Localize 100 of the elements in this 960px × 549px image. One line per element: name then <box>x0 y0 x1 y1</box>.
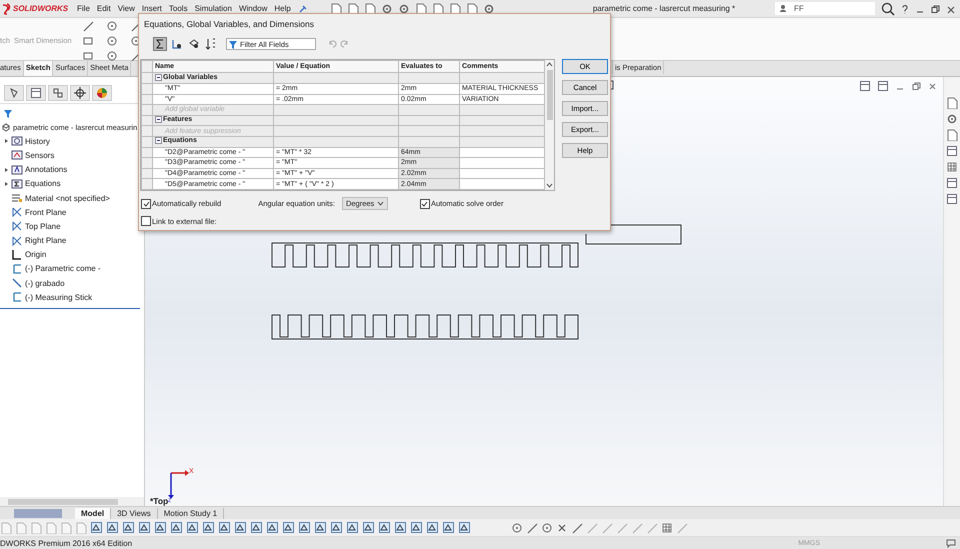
task-pane-icon[interactable] <box>946 129 958 141</box>
logo-text: SOLIDWORKS <box>13 4 68 13</box>
gear-icon[interactable] <box>398 2 410 14</box>
search-field[interactable]: FF <box>775 2 875 15</box>
sum-icon[interactable] <box>153 37 167 51</box>
sort-icon[interactable] <box>204 37 218 51</box>
tool-icon[interactable] <box>266 521 279 534</box>
restore-icon[interactable] <box>930 4 940 14</box>
gear-icon[interactable] <box>482 2 495 14</box>
feature-tree-icon[interactable] <box>4 85 24 101</box>
vertical-scrollbar[interactable] <box>545 60 554 190</box>
checkmark-icon <box>421 200 428 206</box>
help-icon[interactable] <box>900 4 910 14</box>
tree-item[interactable]: History <box>25 136 50 146</box>
filter-icon[interactable] <box>3 109 13 119</box>
line-icon[interactable] <box>526 522 538 534</box>
tool-icon[interactable] <box>218 521 231 534</box>
tool-icon[interactable] <box>282 521 295 534</box>
task-pane-icon[interactable] <box>946 97 958 109</box>
circle-icon[interactable] <box>541 522 553 534</box>
task-pane-icon[interactable] <box>946 177 958 189</box>
circle-icon[interactable] <box>106 35 118 47</box>
tool-icon[interactable] <box>90 521 103 534</box>
menu-item[interactable]: Window <box>238 4 268 13</box>
checkmark-icon <box>142 200 150 206</box>
tool-icon[interactable] <box>442 521 455 534</box>
tool-icon[interactable] <box>202 521 215 534</box>
horizontal-scrollbar[interactable] <box>0 497 144 506</box>
logo-mark-icon <box>1 2 11 14</box>
expand-arrow-icon[interactable] <box>4 180 9 187</box>
tree-item[interactable]: Material <not specified> <box>25 194 110 203</box>
rect-icon[interactable] <box>82 50 94 62</box>
tool-icon[interactable] <box>394 521 407 534</box>
menu-item[interactable]: Tools <box>168 4 188 13</box>
tree-item[interactable]: (-) Measuring Stick <box>25 292 92 302</box>
tool-icon[interactable] <box>426 521 439 534</box>
menu-item[interactable]: Help <box>274 4 291 13</box>
tool-icon[interactable] <box>314 521 327 534</box>
tool-icon[interactable] <box>186 521 199 534</box>
restore-icon[interactable] <box>911 81 921 91</box>
circle-icon[interactable] <box>511 522 523 534</box>
menu-item[interactable]: File <box>77 4 90 13</box>
tool-icon[interactable] <box>234 521 247 534</box>
task-pane-icon[interactable] <box>946 193 958 205</box>
search-icon[interactable] <box>881 2 895 16</box>
line-icon[interactable] <box>571 522 583 534</box>
cross-icon[interactable] <box>556 522 568 534</box>
tool-icon[interactable] <box>250 521 263 534</box>
close-icon[interactable] <box>927 81 937 91</box>
task-pane-icon[interactable] <box>946 161 958 173</box>
tree-item[interactable]: (-) Parametric come - <box>25 264 101 274</box>
expand-arrow-icon[interactable] <box>4 166 9 173</box>
tree-item[interactable]: Annotations <box>25 165 68 174</box>
scroll-up-icon <box>546 62 553 67</box>
tool-icon[interactable] <box>458 521 471 534</box>
pin-icon[interactable] <box>298 4 308 14</box>
tree-item[interactable]: Sensors <box>25 150 54 160</box>
circle-icon[interactable] <box>106 20 118 32</box>
tool-icon[interactable] <box>298 521 311 534</box>
line-icon[interactable] <box>82 20 94 32</box>
tree-item[interactable]: Right Plane <box>25 236 66 246</box>
configuration-icon[interactable] <box>48 85 68 101</box>
tool-icon[interactable] <box>410 521 423 534</box>
crosshair-icon[interactable] <box>70 85 90 101</box>
menu-item[interactable]: Edit <box>96 4 111 13</box>
panel-icon[interactable] <box>859 80 871 92</box>
expand-arrow-icon[interactable] <box>4 138 9 144</box>
grid-icon[interactable] <box>661 522 673 534</box>
tool-icon[interactable] <box>362 521 375 534</box>
property-icon[interactable] <box>26 85 46 101</box>
tool-icon[interactable] <box>346 521 359 534</box>
tool-icon[interactable] <box>378 521 391 534</box>
people-icon <box>779 4 789 13</box>
gear-icon[interactable] <box>380 2 393 14</box>
tree-item[interactable]: Top Plane <box>25 222 61 231</box>
menu-item[interactable]: Simulation <box>194 4 232 13</box>
menu-item[interactable]: View <box>118 4 135 13</box>
tab[interactable]: Model <box>75 508 112 518</box>
task-pane-icon[interactable] <box>946 145 958 157</box>
tree-item[interactable]: Origin <box>25 250 46 260</box>
sketch-view-icon[interactable] <box>170 37 184 51</box>
chat-icon[interactable] <box>946 538 956 548</box>
tree-item[interactable]: Front Plane <box>25 208 66 217</box>
rect-icon[interactable] <box>82 35 94 47</box>
panel-icon[interactable] <box>877 80 889 92</box>
tool-icon[interactable] <box>138 521 151 534</box>
tool-icon[interactable] <box>170 521 183 534</box>
appearance-icon[interactable] <box>92 85 112 101</box>
tree-item[interactable]: (-) grabado <box>25 278 65 288</box>
view-icon[interactable] <box>187 37 201 51</box>
close-icon[interactable] <box>945 4 955 14</box>
circle-icon[interactable] <box>106 50 118 62</box>
tool-icon[interactable] <box>330 521 343 534</box>
tool-icon[interactable] <box>106 521 119 534</box>
task-pane-icon[interactable] <box>946 113 958 125</box>
scroll-down-icon <box>546 183 553 188</box>
tool-icon[interactable] <box>122 521 135 534</box>
tool-icon[interactable] <box>154 521 167 534</box>
tree-item[interactable]: Equations <box>25 179 61 188</box>
menu-item[interactable]: Insert <box>142 4 162 13</box>
